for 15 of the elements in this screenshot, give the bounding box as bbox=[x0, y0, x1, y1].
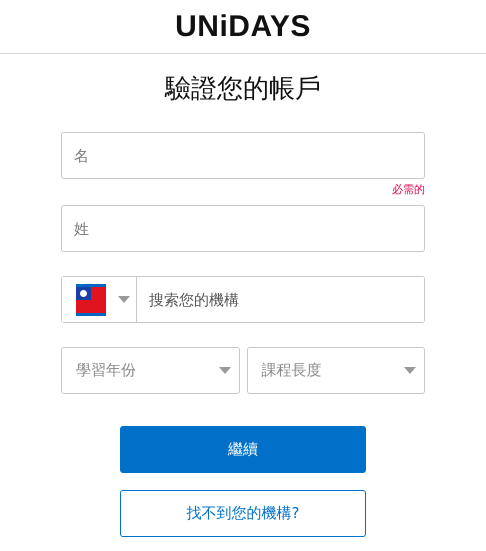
dropdown-select[interactable]: 課程長度 bbox=[246, 347, 425, 394]
dropdown-select[interactable]: 學習年份 bbox=[61, 347, 240, 394]
caret-icon bbox=[404, 367, 416, 374]
error-message: 必需的 bbox=[392, 182, 425, 198]
caret-icon bbox=[218, 367, 230, 374]
first-name-field[interactable]: 名 bbox=[61, 132, 425, 179]
caret-icon bbox=[118, 296, 130, 303]
secondary-button[interactable]: 找不到您的機構? bbox=[120, 490, 366, 537]
logo: UNiDAYS bbox=[175, 10, 311, 44]
country-selector[interactable] bbox=[62, 277, 137, 322]
institution-search-field[interactable]: 搜索您的機構 bbox=[61, 276, 425, 323]
last-name-field[interactable]: 姓 bbox=[61, 205, 425, 252]
page-title: 驗證您的帳戶 bbox=[165, 73, 321, 106]
flag-icon bbox=[76, 284, 106, 316]
continue-button[interactable]: 繼續 bbox=[120, 426, 366, 473]
